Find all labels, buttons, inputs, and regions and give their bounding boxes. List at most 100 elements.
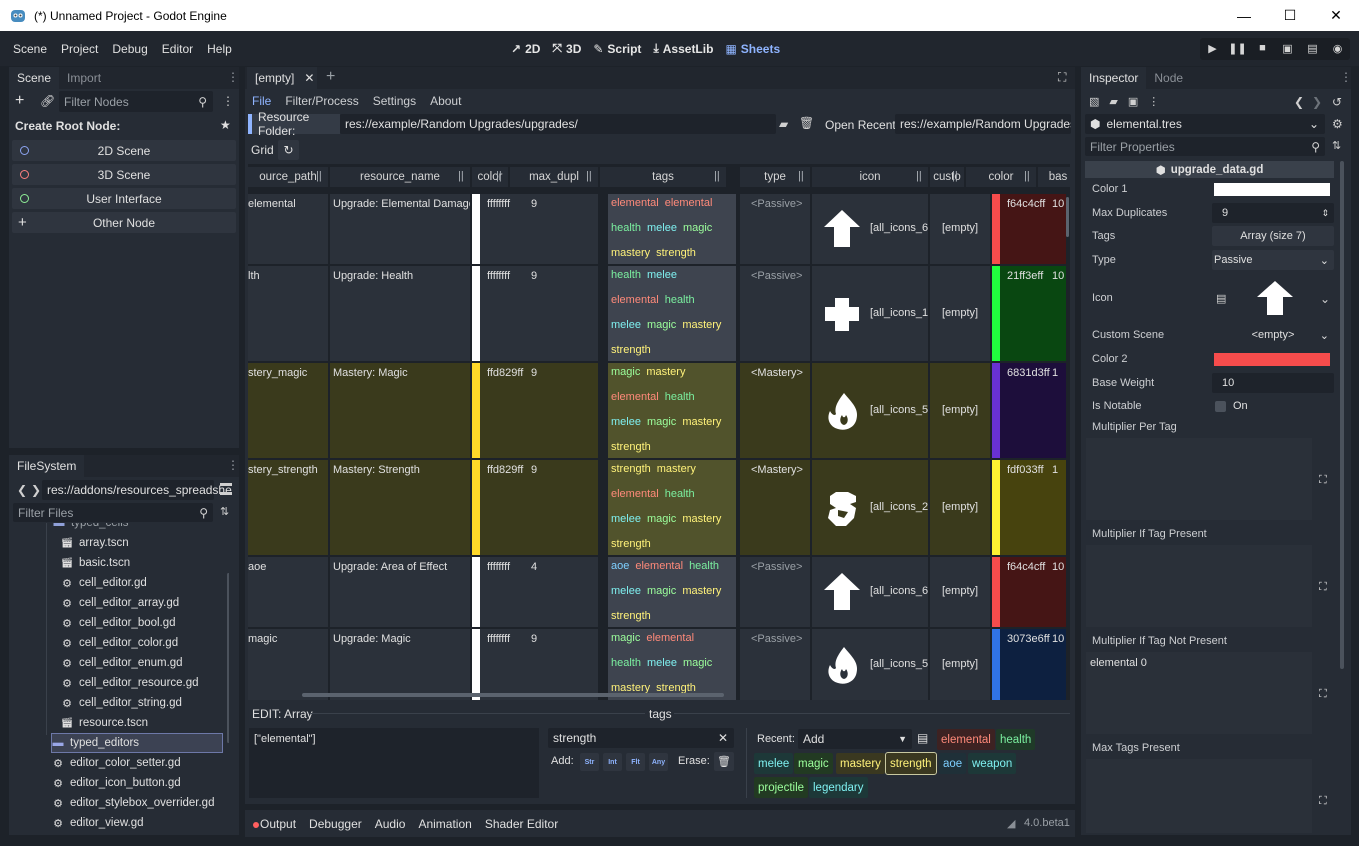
file-item-array-tscn[interactable]: 🎬︎ array.tscn xyxy=(61,533,129,553)
cell-custom-scene[interactable]: [empty] xyxy=(930,363,990,458)
recent-tag-magic[interactable]: magic xyxy=(794,753,833,774)
recent-tag-melee[interactable]: melee xyxy=(754,753,794,774)
file-item-cell-editor-bool-gd[interactable]: ⚙ cell_editor_bool.gd xyxy=(61,613,175,633)
expand-icon-2[interactable]: ⛶ xyxy=(1319,581,1327,594)
sheets-menu-settings[interactable]: Settings xyxy=(373,94,416,108)
filter-files-input[interactable]: Filter Files ⚲ xyxy=(13,503,213,522)
cell-resource-path[interactable]: lth xyxy=(248,266,328,361)
column-resize-handle[interactable]: || xyxy=(1024,170,1030,182)
cell-color2-and-base[interactable]: fdf033ff 1 xyxy=(1000,460,1066,555)
cell-resource-name[interactable]: Upgrade: Health xyxy=(330,266,470,361)
cell-color2-and-base[interactable]: 3073e6ff 10 xyxy=(1000,629,1066,700)
cell-icon[interactable]: [all_icons_5] xyxy=(812,363,928,458)
cell-color2-and-base[interactable]: f64c4cff 10 xyxy=(1000,194,1066,264)
menu-debug[interactable]: Debug xyxy=(105,42,154,56)
clear-icon[interactable]: ✕ xyxy=(718,731,728,745)
resource-tools-icon[interactable]: ⚙ xyxy=(1332,117,1343,131)
array-item-input[interactable]: strength ✕ xyxy=(548,728,734,748)
new-resource-icon[interactable]: ▧ xyxy=(1089,95,1099,108)
cell-resource-name[interactable]: Mastery: Magic xyxy=(330,363,470,458)
cell-color-and-max[interactable]: ffffffff 9 xyxy=(482,194,598,264)
bottom-tab-output[interactable]: Output xyxy=(260,817,296,831)
cell-color2-and-base[interactable]: 6831d3ff 1 xyxy=(1000,363,1066,458)
recent-tag-elemental[interactable]: elemental xyxy=(937,729,995,750)
column-header-1[interactable]: resource_name xyxy=(330,167,470,187)
inspector-scrollbar[interactable] xyxy=(1340,161,1344,669)
expand-icon-4[interactable]: ⛶ xyxy=(1319,795,1327,808)
cell-color-swatch[interactable] xyxy=(472,557,480,627)
cell-icon[interactable]: [all_icons_6] xyxy=(812,194,928,264)
dock-menu-icon[interactable]: ⋮ xyxy=(227,70,239,84)
cell-color-swatch[interactable] xyxy=(472,266,480,361)
cell-tags[interactable]: aoe elemental health melee magic mastery stren… xyxy=(608,557,736,627)
cell-icon[interactable]: [all_icons_1] xyxy=(812,266,928,361)
cell-color-and-max[interactable]: ffffffff 9 xyxy=(482,266,598,361)
resource-folder-input[interactable]: res://example/Random Upgrades/upgrades/ xyxy=(340,114,776,134)
save-resource-icon[interactable]: ▣ xyxy=(1128,95,1138,108)
file-item-cell-editor-enum-gd[interactable]: ⚙ cell_editor_enum.gd xyxy=(61,653,183,673)
filter-nodes-input[interactable]: Filter Nodes ⚲ xyxy=(59,91,213,112)
cell-custom-scene[interactable]: [empty] xyxy=(930,460,990,555)
edited-resource-select[interactable]: ⬢ elemental.tres ⌄ xyxy=(1085,114,1325,134)
workspace-sheets[interactable]: ▦ Sheets xyxy=(719,42,786,56)
cell-color-and-max[interactable]: ffd829ff 9 xyxy=(482,363,598,458)
expand-icon-3[interactable]: ⛶ xyxy=(1319,688,1327,701)
cell-tags[interactable]: elemental elemental health melee magic master… xyxy=(608,194,736,264)
recent-tag-legendary[interactable]: legendary xyxy=(809,777,868,798)
cell-resource-name[interactable]: Upgrade: Elemental Damage xyxy=(330,194,470,264)
menu-project[interactable]: Project xyxy=(54,42,105,56)
pause-icon[interactable]: ❚❚ xyxy=(1225,38,1250,58)
mult-if-present-dict[interactable] xyxy=(1086,545,1312,627)
recent-tag-weapon[interactable]: weapon xyxy=(968,753,1017,774)
column-resize-handle[interactable]: || xyxy=(316,170,322,182)
cell-color-and-max[interactable]: ffffffff 9 xyxy=(482,629,598,700)
cell-custom-scene[interactable]: [empty] xyxy=(930,266,990,361)
file-item-cell-editor-resource-gd[interactable]: ⚙ cell_editor_resource.gd xyxy=(61,673,198,693)
forward-arrow-icon[interactable]: ❯ xyxy=(31,483,41,497)
add-string-button[interactable]: Str xyxy=(580,753,599,771)
inspector-settings-icon[interactable]: ⇅ xyxy=(1332,139,1341,152)
cell-resource-name[interactable]: Upgrade: Area of Effect xyxy=(330,557,470,627)
cell-color-and-max[interactable]: ffffffff 4 xyxy=(482,557,598,627)
root-3d-scene-button[interactable]: 3D Scene xyxy=(12,164,236,185)
refresh-icon[interactable]: ↻ xyxy=(278,140,299,160)
file-item-resource-tscn[interactable]: 🎬︎ resource.tscn xyxy=(61,713,148,733)
favorite-star-icon[interactable]: ★ xyxy=(220,118,231,132)
inspector-more-icon[interactable]: ⋮ xyxy=(1148,95,1159,108)
inspector-dock-menu-icon[interactable]: ⋮ xyxy=(1340,70,1352,84)
workspace-2d[interactable]: ↗ 2D xyxy=(505,42,546,56)
is-notable-checkbox[interactable] xyxy=(1215,401,1226,412)
cell-resource-name[interactable]: Upgrade: Magic xyxy=(330,629,470,700)
menu-scene[interactable]: Scene xyxy=(6,42,54,56)
cell-type[interactable]: <Passive> xyxy=(740,629,810,700)
cell-resource-name[interactable]: Mastery: Strength xyxy=(330,460,470,555)
play-icon[interactable]: ▶ xyxy=(1200,38,1225,58)
file-item-typed-editors[interactable]: ▬ typed_editors xyxy=(51,733,223,753)
fs-dock-menu-icon[interactable]: ⋮ xyxy=(227,458,239,472)
max-tags-dict[interactable] xyxy=(1086,759,1312,833)
root-other-node-button[interactable]: + Other Node xyxy=(12,212,236,233)
column-header-4[interactable]: tags xyxy=(600,167,726,187)
play-scene-icon[interactable]: ▣ xyxy=(1275,38,1300,58)
file-item-cell-editor-string-gd[interactable]: ⚙ cell_editor_string.gd xyxy=(61,693,182,713)
cell-custom-scene[interactable]: [empty] xyxy=(930,194,990,264)
sort-icon[interactable]: ⇅ xyxy=(220,505,229,518)
add-node-icon[interactable]: + xyxy=(15,92,24,110)
recent-tag-projectile[interactable]: projectile xyxy=(754,777,809,798)
recent-list-icon[interactable]: ▤ xyxy=(917,731,928,745)
recent-tag-aoe[interactable]: aoe xyxy=(939,753,967,774)
prop-tags-button[interactable]: Array (size 7) xyxy=(1212,226,1334,246)
column-header-9[interactable]: bas xyxy=(1038,167,1070,187)
tab-scene[interactable]: Scene xyxy=(9,67,60,89)
column-header-3[interactable]: max_dupl xyxy=(510,167,598,187)
sheets-menu-filter[interactable]: Filter/Process xyxy=(285,94,358,108)
cell-color2-and-base[interactable]: f64c4cff 10 xyxy=(1000,557,1066,627)
bottom-tab-audio[interactable]: Audio xyxy=(375,817,406,831)
prop-base-weight-input[interactable]: 10 xyxy=(1212,373,1334,393)
recent-tag-mastery[interactable]: mastery xyxy=(836,753,885,774)
prop-max-dup-input[interactable]: 9 ⇕ xyxy=(1212,203,1334,223)
cell-resource-path[interactable]: stery_strength xyxy=(248,460,328,555)
maximize-button[interactable]: ☐ xyxy=(1267,0,1313,31)
column-header-6[interactable]: icon xyxy=(812,167,928,187)
tab-inspector[interactable]: Inspector xyxy=(1081,67,1147,89)
